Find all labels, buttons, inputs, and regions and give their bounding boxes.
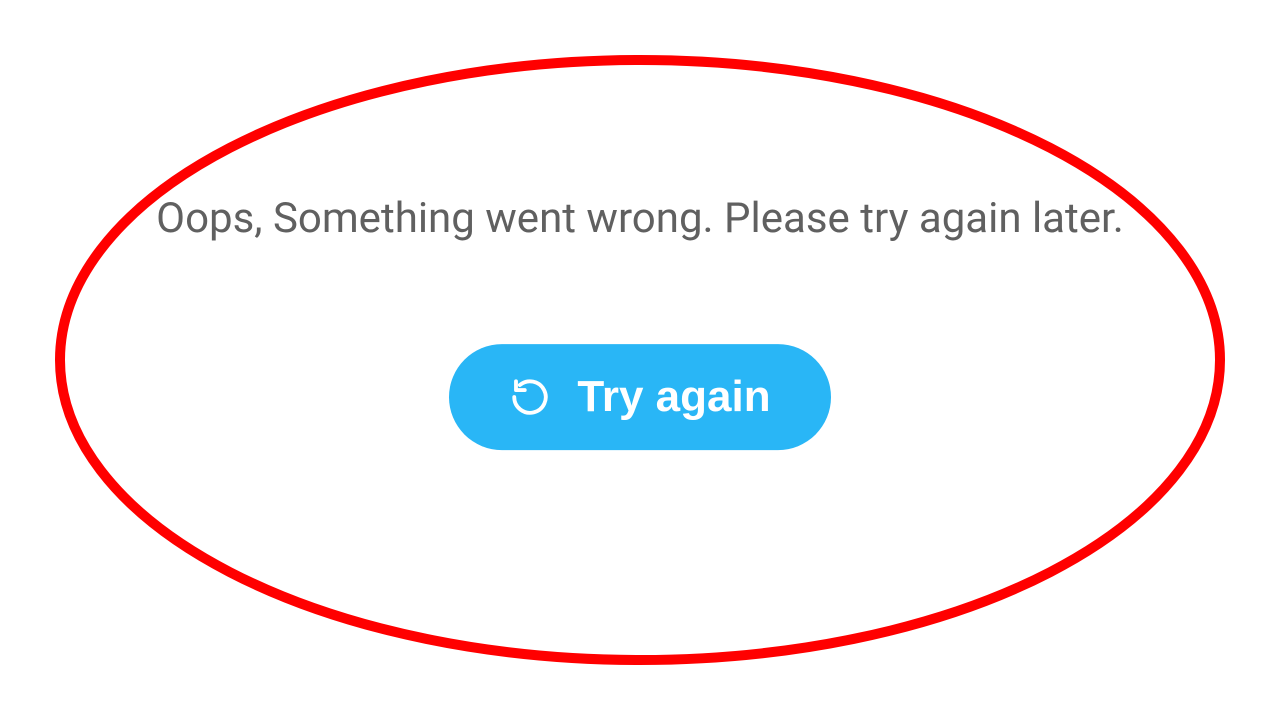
try-again-label: Try again <box>577 372 770 422</box>
error-message-text: Oops, Something went wrong. Please try a… <box>156 190 1124 249</box>
error-panel: Oops, Something went wrong. Please try a… <box>0 270 1280 450</box>
try-again-button[interactable]: Try again <box>449 344 830 450</box>
refresh-ccw-icon <box>509 376 551 418</box>
